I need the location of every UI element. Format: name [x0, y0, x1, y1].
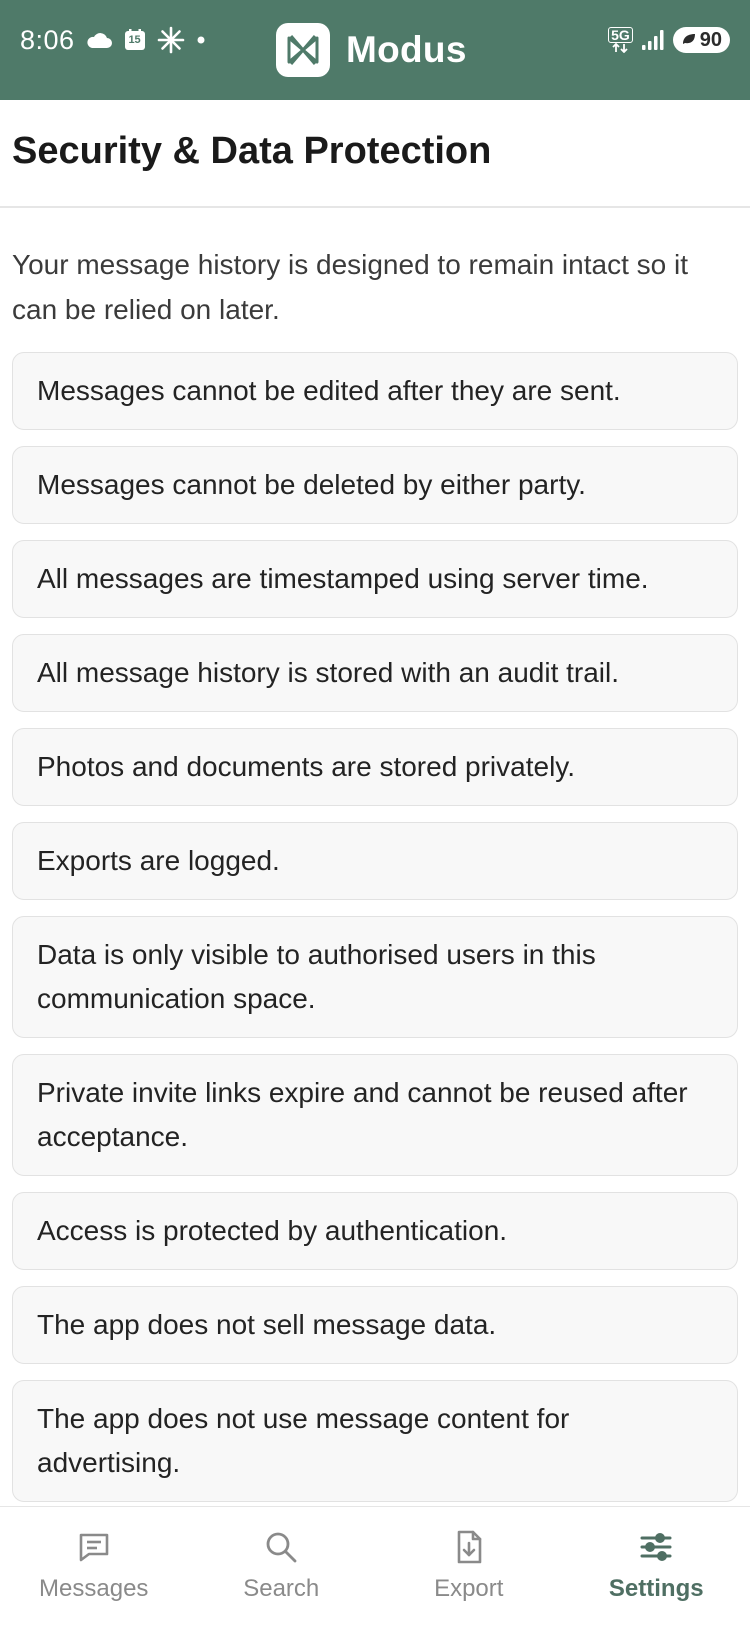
protection-item: Data is only visible to authorised users… [12, 916, 738, 1038]
cloud-icon [85, 30, 113, 50]
nav-search[interactable]: Search [188, 1507, 376, 1626]
bottom-nav: Messages Search Export Settings [0, 1506, 750, 1626]
protection-item: The app does not use message content for… [12, 1380, 738, 1502]
search-icon [263, 1529, 299, 1565]
screen: 8:06 15 Modus 5G 90 Security & Data Prot… [0, 0, 750, 1626]
protection-item: All message history is stored with an au… [12, 634, 738, 712]
protection-item: Exports are logged. [12, 822, 738, 900]
status-time: 8:06 [20, 24, 75, 55]
export-file-icon [451, 1529, 487, 1565]
notification-dot-icon [195, 34, 207, 46]
app-name: Modus [346, 29, 467, 70]
app-brand: Modus [276, 22, 467, 78]
page-header: Security & Data Protection [0, 100, 750, 208]
content-scroll-area[interactable]: Your message history is designed to rema… [0, 208, 750, 1506]
sliders-settings-icon [638, 1529, 674, 1565]
protection-item: The app does not sell message data. [12, 1286, 738, 1364]
status-bar-right: 5G 90 [608, 22, 730, 58]
protection-item: Access is protected by authentication. [12, 1192, 738, 1270]
network-type: 5G [608, 27, 633, 43]
message-icon [76, 1529, 112, 1565]
nav-export-label: Export [434, 1575, 504, 1602]
intro-text: Your message history is designed to rema… [12, 249, 688, 325]
protection-list: Messages cannot be edited after they are… [12, 352, 738, 1502]
protection-item: Private invite links expire and cannot b… [12, 1054, 738, 1176]
protection-item: All messages are timestamped using serve… [12, 540, 738, 618]
sparkle-icon [157, 26, 185, 54]
battery-level: 90 [699, 28, 722, 51]
protection-item: Messages cannot be deleted by either par… [12, 446, 738, 524]
network-type-icon: 5G [608, 27, 633, 53]
nav-settings-label: Settings [608, 1575, 704, 1602]
nav-search-label: Search [243, 1575, 320, 1602]
nav-messages[interactable]: Messages [0, 1507, 188, 1626]
app-header: 8:06 15 Modus 5G 90 [0, 0, 750, 100]
page-title: Security & Data Protection [12, 130, 492, 172]
nav-messages-label: Messages [39, 1575, 149, 1602]
modus-logo-icon [276, 23, 330, 77]
protection-item: Photos and documents are stored privatel… [12, 728, 738, 806]
battery-indicator: 90 [672, 27, 730, 53]
nav-settings[interactable]: Settings [563, 1507, 750, 1626]
signal-strength-icon [641, 29, 665, 51]
status-bar-left: 8:06 15 [20, 22, 207, 58]
battery-saver-icon [681, 29, 697, 52]
protection-item: Messages cannot be edited after they are… [12, 352, 738, 430]
calendar-day: 15 [128, 34, 141, 46]
calendar-icon: 15 [123, 28, 147, 52]
nav-export[interactable]: Export [375, 1507, 563, 1626]
